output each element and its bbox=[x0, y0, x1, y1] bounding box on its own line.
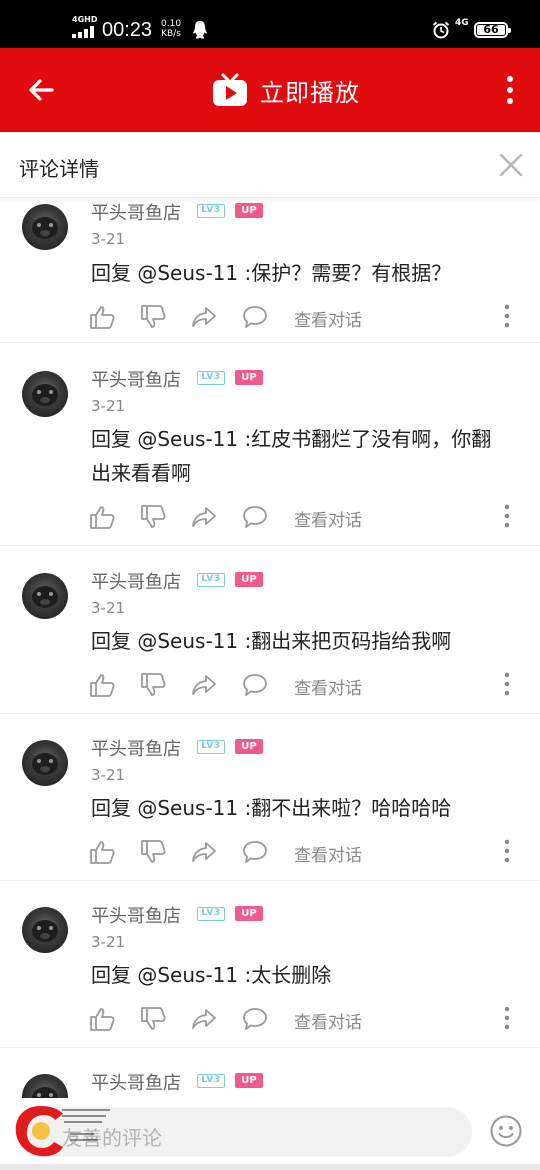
comment-detail-title: 评论详情 bbox=[19, 157, 99, 181]
comment-bubble-icon[interactable] bbox=[242, 672, 268, 698]
view-conversation-button[interactable]: 查看对话 bbox=[294, 306, 362, 331]
avatar[interactable] bbox=[22, 740, 68, 786]
thumb-up-icon[interactable] bbox=[89, 839, 115, 865]
play-now-button[interactable]: 立即播放 bbox=[212, 70, 360, 110]
comment-bubble-icon[interactable] bbox=[242, 839, 268, 865]
share-icon[interactable] bbox=[191, 1006, 217, 1032]
arrow-left-icon[interactable] bbox=[22, 70, 62, 110]
more-vertical-icon[interactable] bbox=[500, 504, 514, 528]
comment-username[interactable]: 平头哥鱼店 bbox=[91, 1069, 181, 1095]
network-type-label: 4GHD bbox=[72, 15, 98, 24]
alarm-icon bbox=[432, 21, 450, 39]
more-vertical-icon[interactable] bbox=[500, 304, 514, 328]
page-title: 立即播放 bbox=[260, 78, 360, 107]
up-badge: UP bbox=[235, 572, 263, 587]
up-badge: UP bbox=[235, 203, 263, 218]
up-badge: UP bbox=[235, 370, 263, 385]
more-vertical-icon[interactable] bbox=[496, 74, 524, 106]
level-badge: LV3 bbox=[197, 573, 225, 587]
emoji-icon[interactable] bbox=[489, 1114, 523, 1148]
thumb-up-icon[interactable] bbox=[89, 304, 115, 330]
thumb-down-icon[interactable] bbox=[140, 504, 166, 530]
comment-date: 3-21 bbox=[91, 397, 126, 415]
level-badge: LV3 bbox=[197, 740, 225, 754]
comment-item: 平头哥鱼店 LV3 UP 3-21 回复 @Seus-11 :红皮书翻烂了没有啊… bbox=[0, 344, 540, 546]
share-icon[interactable] bbox=[191, 839, 217, 865]
level-badge: LV3 bbox=[197, 204, 225, 218]
share-icon[interactable] bbox=[191, 672, 217, 698]
network-speed-unit: KB/s bbox=[161, 29, 181, 39]
comment-date: 3-21 bbox=[91, 933, 126, 951]
view-conversation-button[interactable]: 查看对话 bbox=[294, 506, 362, 531]
comment-username[interactable]: 平头哥鱼店 bbox=[91, 735, 181, 761]
share-icon[interactable] bbox=[191, 304, 217, 330]
comment-text: 回复 @Seus-11 :红皮书翻烂了没有啊，你翻出来看看啊 bbox=[91, 427, 492, 485]
app-bar: 立即播放 bbox=[0, 48, 540, 132]
avatar[interactable] bbox=[22, 1074, 68, 1098]
thumb-down-icon[interactable] bbox=[140, 304, 166, 330]
level-badge: LV3 bbox=[197, 371, 225, 385]
comment-item: 平头哥鱼店 LV3 UP 3-21 回复 @Seus-11 :翻不出来啦？哈哈哈… bbox=[0, 714, 540, 881]
thumb-down-icon[interactable] bbox=[140, 839, 166, 865]
comment-detail-header: 评论详情 bbox=[0, 132, 540, 198]
more-vertical-icon[interactable] bbox=[500, 839, 514, 863]
thumb-up-icon[interactable] bbox=[89, 1006, 115, 1032]
level-badge: LV3 bbox=[197, 907, 225, 921]
comment-item: 平头哥鱼店 LV3 UP 3-21 回复 @Seus-11 :保护？需要？有根据… bbox=[0, 198, 540, 343]
watermark-logo bbox=[15, 1106, 110, 1157]
comment-text: 回复 @Seus-11 :翻不出来啦？哈哈哈哈 bbox=[91, 796, 452, 820]
thumb-down-icon[interactable] bbox=[140, 1006, 166, 1032]
status-bar: 4GHD 00:23 0.10 KB/s 4G 66 bbox=[0, 0, 540, 48]
view-conversation-button[interactable]: 查看对话 bbox=[294, 841, 362, 866]
avatar[interactable] bbox=[22, 204, 68, 250]
comment-item: 平头哥鱼店 LV3 UP 3-21 回复 @Seus-11 :太长删除 查看对话 bbox=[0, 881, 540, 1048]
comment-username[interactable]: 平头哥鱼店 bbox=[91, 902, 181, 928]
avatar[interactable] bbox=[22, 371, 68, 417]
battery-level: 66 bbox=[477, 24, 505, 35]
view-conversation-button[interactable]: 查看对话 bbox=[294, 1008, 362, 1033]
network-4g-label: 4G bbox=[455, 18, 469, 28]
battery-icon: 66 bbox=[474, 22, 511, 38]
close-icon[interactable] bbox=[496, 150, 526, 180]
comment-username[interactable]: 平头哥鱼店 bbox=[91, 366, 181, 392]
up-badge: UP bbox=[235, 739, 263, 754]
tv-play-icon bbox=[213, 73, 247, 106]
network-speed: 0.10 KB/s bbox=[161, 19, 181, 39]
comment-bubble-icon[interactable] bbox=[242, 504, 268, 530]
comment-text: 回复 @Seus-11 :太长删除 bbox=[91, 963, 332, 987]
thumb-down-icon[interactable] bbox=[140, 672, 166, 698]
comment-date: 3-21 bbox=[91, 766, 126, 784]
thumb-up-icon[interactable] bbox=[89, 504, 115, 530]
comment-item: 平头哥鱼店 LV3 UP 3-21 回复 @Seus-11 :翻出来把页码指给我… bbox=[0, 547, 540, 714]
up-badge: UP bbox=[235, 906, 263, 921]
bottom-divider bbox=[0, 1164, 540, 1170]
status-time: 00:23 bbox=[102, 19, 153, 41]
comment-text: 回复 @Seus-11 :保护？需要？有根据？ bbox=[91, 261, 452, 285]
share-icon[interactable] bbox=[191, 504, 217, 530]
more-vertical-icon[interactable] bbox=[500, 672, 514, 696]
network-speed-value: 0.10 bbox=[161, 19, 182, 29]
more-vertical-icon[interactable] bbox=[500, 1006, 514, 1030]
view-conversation-button[interactable]: 查看对话 bbox=[294, 674, 362, 699]
level-badge: LV3 bbox=[197, 1074, 225, 1088]
avatar[interactable] bbox=[22, 907, 68, 953]
comment-bubble-icon[interactable] bbox=[242, 304, 268, 330]
comment-username[interactable]: 平头哥鱼店 bbox=[91, 199, 181, 225]
thumb-up-icon[interactable] bbox=[89, 672, 115, 698]
comment-username[interactable]: 平头哥鱼店 bbox=[91, 568, 181, 594]
comment-bubble-icon[interactable] bbox=[242, 1006, 268, 1032]
qq-penguin-icon bbox=[193, 21, 207, 39]
comment-item: 平头哥鱼店 LV3 UP bbox=[0, 1048, 540, 1098]
up-badge: UP bbox=[235, 1073, 263, 1088]
comment-text: 回复 @Seus-11 :翻出来把页码指给我啊 bbox=[91, 629, 452, 653]
signal-icon bbox=[72, 26, 96, 38]
comment-list[interactable]: 平头哥鱼店 LV3 UP 3-21 回复 @Seus-11 :保护？需要？有根据… bbox=[0, 198, 540, 1098]
comment-date: 3-21 bbox=[91, 230, 126, 248]
comment-date: 3-21 bbox=[91, 599, 126, 617]
avatar[interactable] bbox=[22, 573, 68, 619]
